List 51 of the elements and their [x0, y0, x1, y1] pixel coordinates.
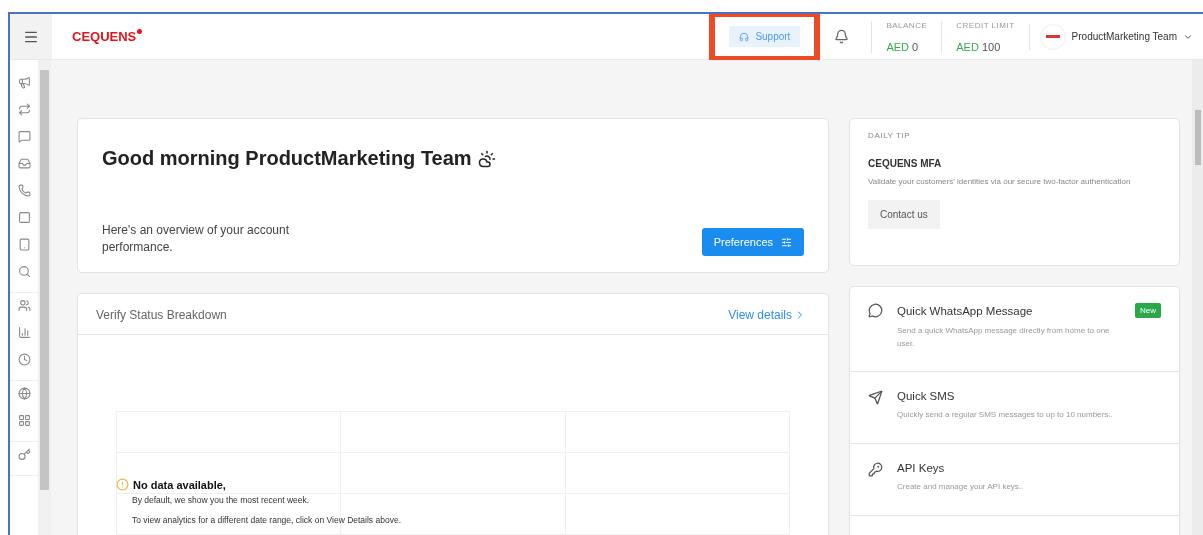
bar-chart-icon[interactable]: [17, 326, 31, 339]
users-icon[interactable]: [17, 299, 31, 312]
overview-text: Here's an overview of your account performance.: [102, 222, 291, 256]
account-menu[interactable]: ProductMarketing Team: [1028, 23, 1203, 50]
warning-icon: [116, 478, 129, 491]
action-title: Quick WhatsApp Message: [897, 304, 1033, 317]
search-icon[interactable]: [17, 265, 31, 278]
action-text: Create and manage your API keys..: [897, 481, 1025, 493]
grid-icon[interactable]: [17, 414, 31, 427]
action-title: API Keys: [897, 462, 945, 474]
headset-icon: [739, 31, 750, 42]
key-icon: [868, 462, 883, 477]
view-details-link[interactable]: View details: [728, 308, 806, 322]
stat-value: AED 100: [956, 40, 1002, 53]
stat-value: AED 0: [886, 40, 920, 53]
action-text: Quickly send a regular SMS messages to up to 10 numbers..: [897, 409, 1114, 421]
scrollbar[interactable]: [1192, 60, 1203, 535]
stat-label: CREDIT LIMIT: [956, 20, 1015, 30]
send-icon: [868, 390, 883, 405]
scrollbar[interactable]: [38, 60, 51, 535]
quick-action-item[interactable]: Quick SMS Quickly send a regular SMS messages to up to 10 numbers..: [850, 372, 1179, 444]
contact-us-button[interactable]: Contact us: [868, 200, 940, 229]
stat-label: BALANCE: [886, 20, 928, 30]
action-title: Quick SMS: [897, 390, 955, 402]
sliders-icon: [781, 236, 792, 248]
empty-title: No data available,: [133, 478, 226, 491]
megaphone-icon[interactable]: [17, 76, 31, 89]
empty-text: By default, we show you the most recent week.: [132, 495, 311, 506]
clock-icon[interactable]: [17, 353, 31, 366]
card-title: Verify Status Breakdown: [96, 308, 227, 322]
weather-icon: [477, 149, 496, 168]
tip-title: CEQUENS MFA: [868, 158, 943, 169]
quick-action-item[interactable]: Quick WhatsApp Message New Send a quick WhatsApp message directly from home to one user.: [850, 287, 1179, 372]
tablet-icon[interactable]: [17, 238, 31, 251]
repeat-icon[interactable]: [17, 103, 31, 116]
globe-icon[interactable]: [17, 387, 31, 400]
inbox-icon[interactable]: [17, 157, 31, 170]
phone-icon[interactable]: [17, 184, 31, 197]
quick-action-item[interactable]: API Keys Create and manage your API keys..: [850, 444, 1179, 516]
new-badge: New: [1135, 303, 1161, 318]
chat-bubble-icon: [868, 303, 883, 318]
key-icon[interactable]: [17, 448, 31, 461]
chat-icon[interactable]: [17, 130, 31, 143]
bell-icon[interactable]: [834, 29, 850, 44]
action-text: Send a quick WhatsApp message directly from home to one user.: [897, 325, 1111, 350]
tip-label: DAILY TIP: [868, 131, 912, 140]
empty-text: To view analytics for a different date range, click on View Details above.: [132, 515, 401, 526]
tip-text: Validate your customers' identities via our secure two-factor authentication: [868, 176, 1132, 188]
square-icon[interactable]: [17, 211, 31, 224]
logo: CEQUENS: [72, 29, 143, 44]
greeting-title: Good morning ProductMarketing Team: [102, 147, 804, 170]
